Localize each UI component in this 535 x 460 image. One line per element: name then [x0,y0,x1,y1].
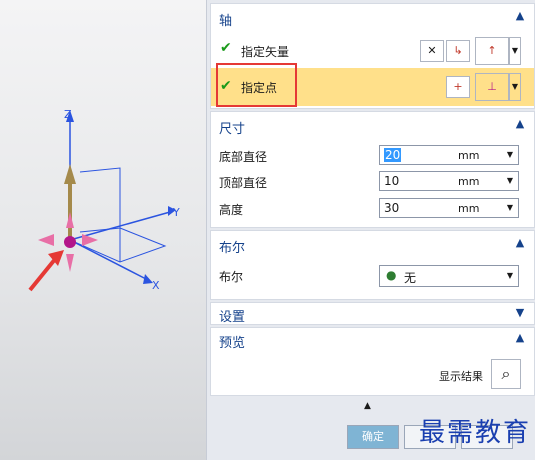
x-axis-label: X [152,279,160,292]
bottom-diameter-value[interactable]: 20 [384,148,402,162]
show-result-label: 显示结果 [439,370,483,383]
bottom-diameter-row: 底部直径 20 mm ▼ [211,143,534,169]
handle-up [66,212,74,228]
point-type-dropdown[interactable]: ▼ [509,73,521,101]
magnifier-icon[interactable]: ⌕ [491,359,521,389]
expand-chevron-icon[interactable]: ▼ [512,304,528,322]
specify-vector-label: 指定矢量 [241,45,290,59]
bottom-diameter-field[interactable]: 20 mm ▼ [379,145,519,165]
point-dialog-icon[interactable]: + [446,76,470,98]
boolean-select[interactable]: ● 无 ▼ [379,265,519,287]
height-unit[interactable]: mm [458,202,479,215]
settings-section-header[interactable]: 设置 ▼ [211,303,534,325]
axis-section-header[interactable]: 轴 ▲ [211,4,534,30]
settings-section-title: 设置 [219,310,246,325]
boolean-value[interactable]: 无 [404,269,416,286]
height-row: 高度 30 mm ▼ [211,196,534,222]
boolean-section-title: 布尔 [219,241,246,256]
triad-canvas: Z Y X [28,108,180,292]
reverse-direction-icon[interactable]: ✕ [420,40,444,62]
handle-right [82,234,98,246]
bottom-diameter-label: 底部直径 [219,150,268,164]
checkmark-icon: ✔ [220,40,232,56]
chevron-down-icon[interactable]: ▼ [502,146,518,164]
inferred-vector-icon[interactable]: ↑ [475,37,509,65]
top-diameter-unit[interactable]: mm [458,175,479,188]
handle-down [66,254,74,272]
chevron-down-icon[interactable]: ▼ [502,199,518,217]
annotation-highlight-box [216,63,297,107]
boolean-section: 布尔 ▲ 布尔 ● 无 ▼ [210,230,535,300]
height-value[interactable]: 30 [384,201,399,215]
vector-dialog-icon[interactable]: ↳ [446,40,470,62]
annotation-arrow [28,256,58,292]
preview-section-title: 预览 [219,336,246,351]
origin-point [64,236,76,248]
dimensions-section: 尺寸 ▲ 底部直径 20 mm ▼ 顶部直径 10 mm ▼ 高度 30 mm [210,111,535,228]
boolean-row: 布尔 ● 无 ▼ [211,263,534,289]
wcs-plane-wireframe [79,167,121,233]
dimensions-section-header[interactable]: 尺寸 ▲ [211,112,534,138]
ok-button-label: 确定 [362,430,384,443]
collapse-chevron-icon[interactable]: ▲ [512,234,528,252]
chevron-down-icon[interactable]: ▼ [502,172,518,190]
chevron-down-icon[interactable]: ▼ [502,266,518,286]
x-axis [69,239,149,281]
z-axis-label: Z [64,108,72,121]
dimensions-section-title: 尺寸 [219,122,246,137]
height-field[interactable]: 30 mm ▼ [379,198,519,218]
boolean-none-icon: ● [386,268,397,282]
inferred-point-icon[interactable]: ⊥ [475,73,509,101]
boolean-label: 布尔 [219,270,244,284]
settings-section: 设置 ▼ [210,302,535,325]
collapse-chevron-icon[interactable]: ▲ [512,7,528,25]
ok-button[interactable]: 确定 [347,425,399,449]
top-diameter-label: 顶部直径 [219,176,268,190]
bottom-diameter-unit[interactable]: mm [458,149,479,162]
boolean-section-header[interactable]: 布尔 ▲ [211,231,534,257]
collapse-chevron-icon[interactable]: ▲ [512,115,528,133]
preview-section: 预览 ▲ 显示结果 ⌕ [210,327,535,396]
vector-type-dropdown[interactable]: ▼ [509,37,521,65]
cone-dialog-panel: 轴 ▲ ✔ 指定矢量 ✕ ↳ ↑ ▼ ✔ 指定点 + ⊥ ▼ 尺寸 ▲ 底部直径 [206,0,535,460]
top-diameter-value[interactable]: 10 [384,174,399,188]
top-diameter-row: 顶部直径 10 mm ▼ [211,169,534,195]
watermark-text: 最需教育 [419,418,532,448]
specify-vector-row[interactable]: ✔ 指定矢量 ✕ ↳ ↑ ▼ [211,37,534,65]
top-diameter-field[interactable]: 10 mm ▼ [379,171,519,191]
graphics-viewport[interactable]: Z Y X [0,0,206,460]
collapse-chevron-icon[interactable]: ▲ [512,329,528,347]
height-label: 高度 [219,203,244,217]
axis-section-title: 轴 [219,14,233,29]
collapse-up-icon[interactable]: ▲ [364,401,371,411]
preview-section-header[interactable]: 预览 ▲ [211,328,534,354]
handle-left [38,234,54,246]
y-axis-label: Y [172,206,180,219]
